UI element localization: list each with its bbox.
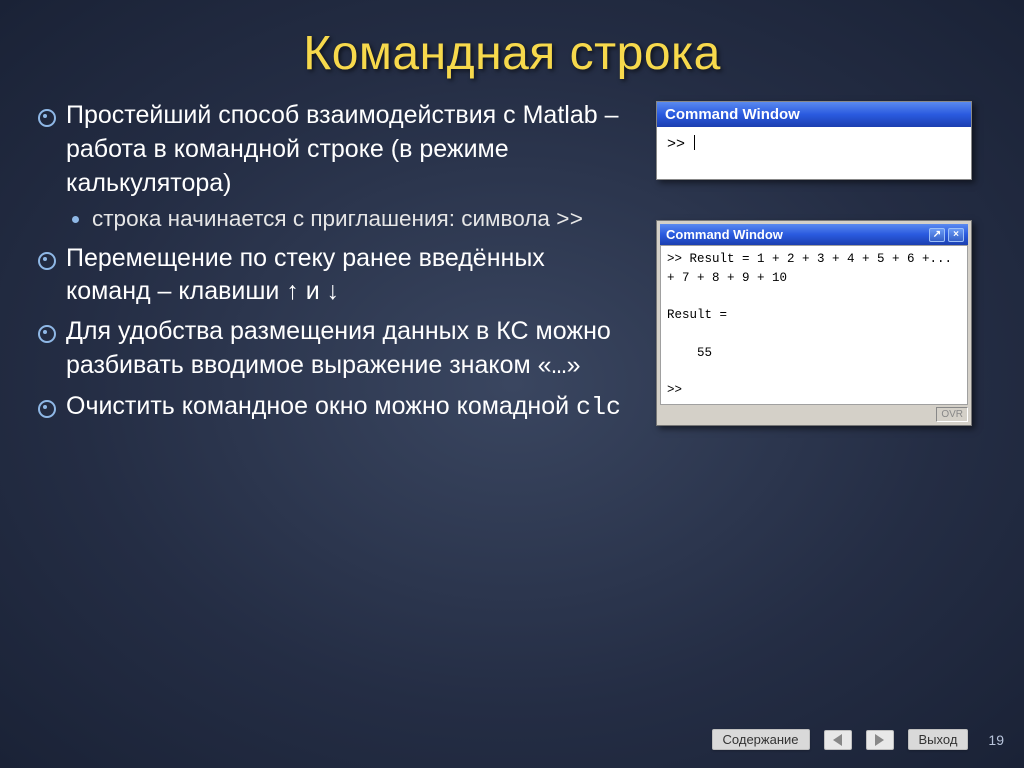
arrow-right-icon bbox=[875, 734, 884, 746]
window2-body: >> Result = 1 + 2 + 3 + 4 + 5 + 6 +... +… bbox=[660, 245, 968, 405]
window1-body: >> bbox=[657, 127, 971, 179]
bullet-list-container: Простейший способ взаимодействия с Matla… bbox=[36, 99, 632, 430]
popout-icon[interactable]: ↗ bbox=[929, 228, 945, 242]
bullet-3-text1: Для удобства размещения данных в КС можн… bbox=[66, 317, 611, 379]
bullet-1: Простейший способ взаимодействия с Matla… bbox=[36, 99, 632, 236]
bullet-4-text: Очистить командное окно можно комадной bbox=[66, 392, 576, 420]
page-number: 19 bbox=[988, 732, 1004, 748]
bullet-3-text2: » bbox=[567, 351, 581, 379]
window1-titlebar: Command Window bbox=[657, 102, 971, 127]
footer: Содержание Выход 19 bbox=[0, 729, 1024, 750]
close-icon[interactable]: × bbox=[948, 228, 964, 242]
window1-prompt: >> bbox=[667, 136, 694, 153]
bullet-1-text: Простейший способ взаимодействия с Matla… bbox=[66, 101, 618, 197]
prev-button[interactable] bbox=[824, 730, 852, 750]
bullet-3-code: … bbox=[552, 352, 567, 381]
bullet-3: Для удобства размещения данных в КС можн… bbox=[36, 315, 632, 384]
command-window-result: Command Window ↗ × >> Result = 1 + 2 + 3… bbox=[656, 220, 972, 426]
bullet-2: Перемещение по стеку ранее введённых ком… bbox=[36, 242, 632, 310]
window2-titlebar: Command Window ↗ × bbox=[660, 224, 968, 245]
exit-button[interactable]: Выход bbox=[908, 729, 969, 750]
contents-button[interactable]: Содержание bbox=[712, 729, 810, 750]
arrow-left-icon bbox=[833, 734, 842, 746]
bullet-1-sub-text: строка начинается с приглашения: символа bbox=[92, 206, 556, 231]
text-cursor-icon bbox=[694, 135, 695, 150]
window2-statusbar: OVR bbox=[660, 407, 968, 422]
next-button[interactable] bbox=[866, 730, 894, 750]
command-window-simple: Command Window >> bbox=[656, 101, 972, 180]
window2-title: Command Window bbox=[666, 227, 926, 242]
bullet-4-code: clc bbox=[576, 393, 621, 422]
bullet-4: Очистить командное окно можно комадной c… bbox=[36, 390, 632, 425]
bullet-1-sub-code: >> bbox=[556, 207, 583, 233]
ovr-indicator: OVR bbox=[936, 407, 968, 422]
slide-title: Командная строка bbox=[36, 26, 988, 81]
bullet-1-sub: строка начинается с приглашения: символа… bbox=[66, 204, 632, 235]
